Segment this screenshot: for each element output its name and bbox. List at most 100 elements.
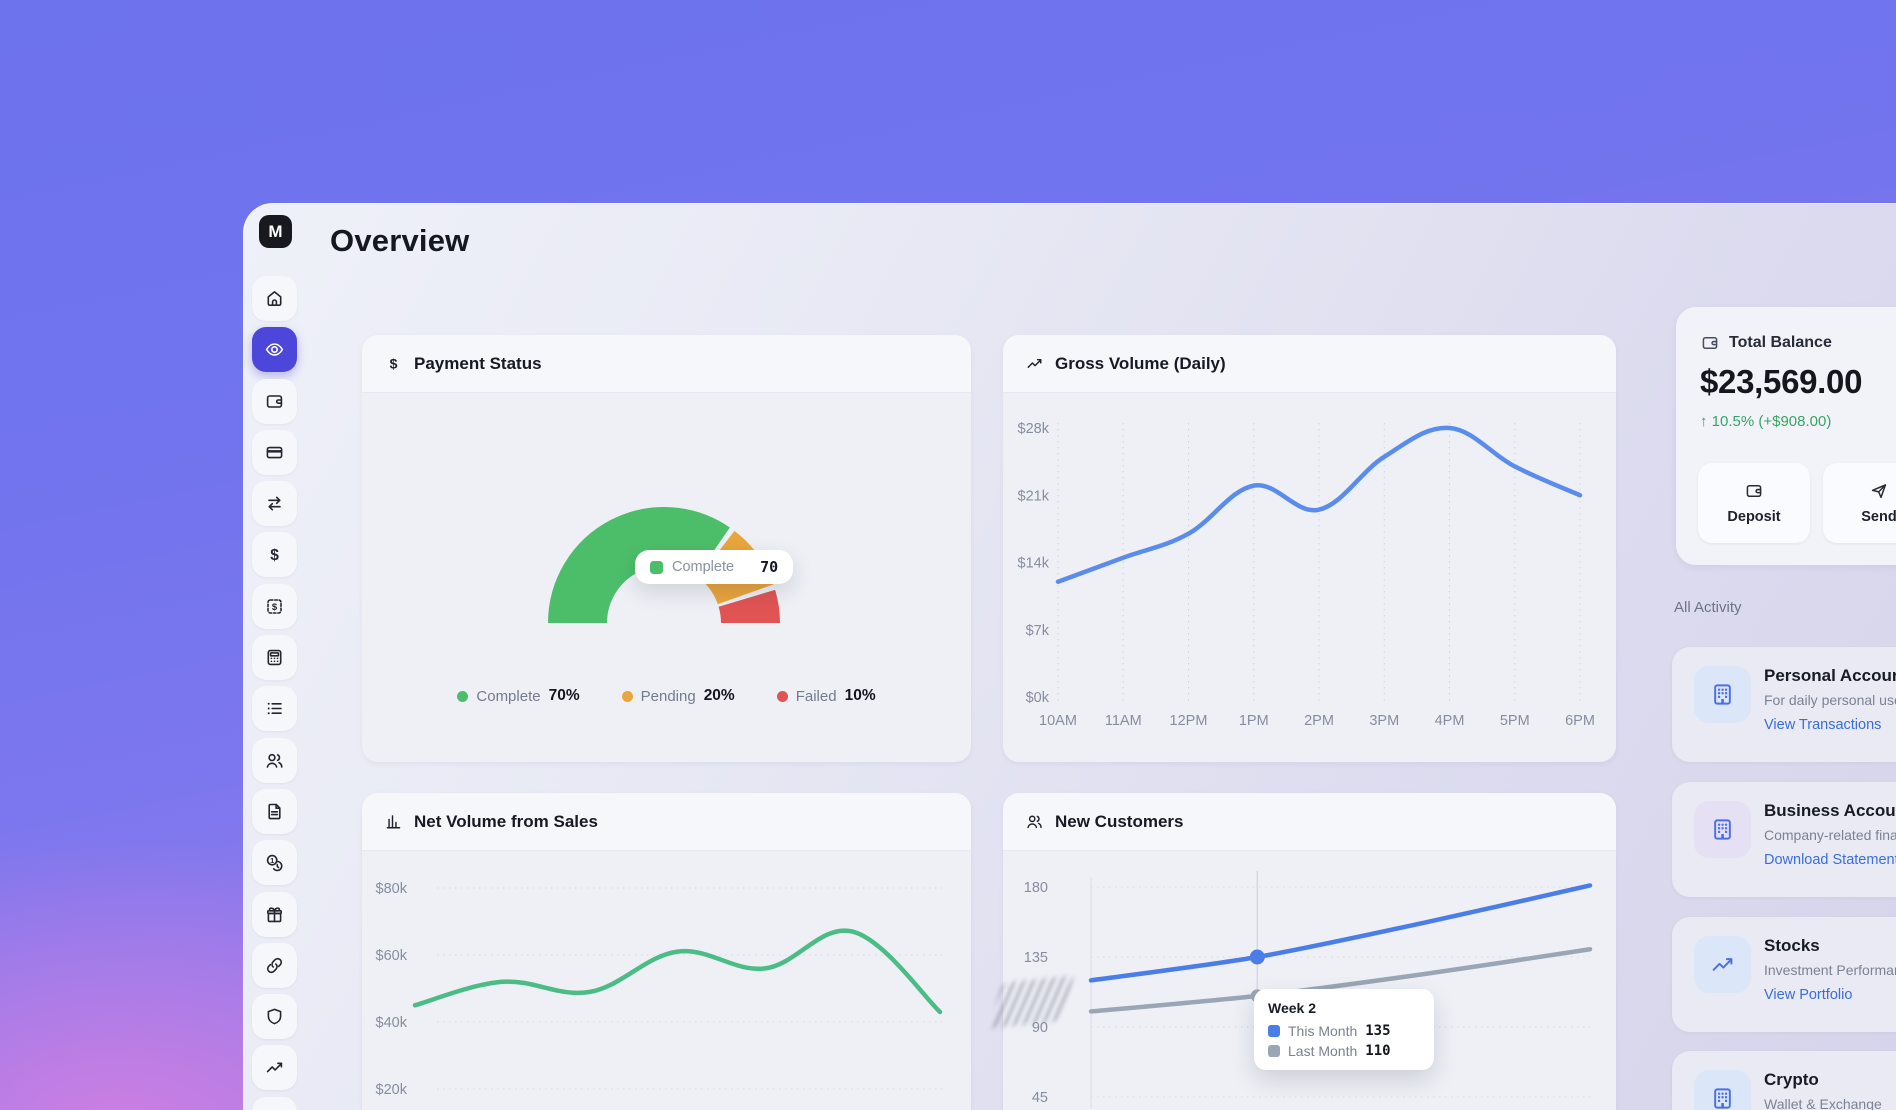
tooltip-row: This Month135 <box>1268 1023 1420 1039</box>
gross-volume-card: Gross Volume (Daily) 10AM11AM12PM1PM2PM3… <box>1003 335 1616 762</box>
legend-value: 20% <box>704 687 735 705</box>
tooltip-label: Complete <box>672 559 734 575</box>
sidebar-item-payments[interactable]: $ <box>252 532 297 577</box>
svg-text:$40k: $40k <box>376 1015 408 1031</box>
sidebar-item-overview[interactable] <box>252 327 297 372</box>
legend-dot <box>622 691 633 702</box>
legend-dot <box>777 691 788 702</box>
payment-status-card: $ Payment Status Complete 70 Complete70%… <box>362 335 971 762</box>
activity-link[interactable]: Download Statements <box>1764 852 1896 868</box>
card-title: Payment Status <box>414 354 542 374</box>
week-tooltip: Week 2 This Month135Last Month110 <box>1254 989 1434 1070</box>
activity-subtitle: Investment Performance <box>1764 962 1896 978</box>
activity-title: Personal Account <box>1764 666 1896 686</box>
sidebar-item-lists[interactable] <box>252 686 297 731</box>
building-icon <box>1709 681 1736 708</box>
balance-amount: $23,569.00 <box>1700 363 1862 401</box>
app-logo[interactable]: M <box>259 215 292 248</box>
sidebar-item-customers[interactable] <box>252 738 297 783</box>
series-label: This Month <box>1288 1023 1357 1039</box>
legend-item-pending: Pending 20% <box>622 687 735 705</box>
sidebar-item-invoices[interactable]: $ <box>252 584 297 629</box>
svg-text:135: 135 <box>1024 950 1048 966</box>
legend-item-complete: Complete 70% <box>457 687 579 705</box>
svg-text:$60k: $60k <box>376 948 408 964</box>
svg-text:$28k: $28k <box>1018 421 1050 437</box>
svg-text:$: $ <box>272 602 278 613</box>
link-icon <box>264 955 285 976</box>
legend-item-failed: Failed 10% <box>777 687 876 705</box>
legend-label: Failed <box>796 688 837 705</box>
activity-link[interactable]: View Transactions <box>1764 717 1881 733</box>
svg-text:10AM: 10AM <box>1039 713 1077 729</box>
page-title: Overview <box>330 225 469 257</box>
trending-up-icon <box>264 1057 285 1078</box>
legend-value: 70% <box>549 687 580 705</box>
building-icon <box>1709 1085 1736 1110</box>
series-label: Last Month <box>1288 1043 1357 1059</box>
credit-card-icon <box>264 442 285 463</box>
send-button[interactable]: Send <box>1823 463 1896 543</box>
svg-text:5PM: 5PM <box>1500 713 1530 729</box>
sidebar-item-rewards[interactable] <box>252 892 297 937</box>
sidebar-item-transfers[interactable] <box>252 481 297 526</box>
complete-swatch <box>650 561 663 574</box>
activity-icon-bg <box>1694 801 1751 858</box>
sidebar-item-analytics[interactable] <box>252 1045 297 1090</box>
svg-text:12PM: 12PM <box>1170 713 1208 729</box>
tooltip-title: Week 2 <box>1268 1000 1420 1016</box>
activity-card-business-account[interactable]: Business AccountCompany-related finances… <box>1672 782 1896 897</box>
sidebar-item-links[interactable] <box>252 943 297 988</box>
net-volume-card: Net Volume from Sales $80k$60k$40k$20k <box>362 793 971 1110</box>
total-balance-card: Total Balance $23,569.00 ↑ 10.5% (+$908.… <box>1676 307 1896 565</box>
send-icon <box>1869 481 1889 501</box>
activity-link[interactable]: View Portfolio <box>1764 987 1852 1003</box>
svg-text:4PM: 4PM <box>1435 713 1465 729</box>
svg-text:2PM: 2PM <box>1304 713 1334 729</box>
activity-icon-bg <box>1694 936 1751 993</box>
sidebar-item-coins[interactable]: 1 <box>252 840 297 885</box>
transfer-icon <box>264 493 285 514</box>
dollar-icon: $ <box>384 354 403 373</box>
sidebar-item-cards[interactable] <box>252 430 297 475</box>
sidebar-item-documents[interactable] <box>252 789 297 834</box>
sidebar-item-security[interactable] <box>252 994 297 1039</box>
activity-card-stocks[interactable]: Stocks Investment Performance View Portfol… <box>1672 917 1896 1032</box>
svg-text:6PM: 6PM <box>1565 713 1595 729</box>
deposit-button[interactable]: Deposit <box>1698 463 1810 543</box>
activity-subtitle: For daily personal use <box>1764 692 1896 708</box>
activity-subtitle: Wallet & Exchange <box>1764 1096 1882 1110</box>
calculator-icon <box>264 647 285 668</box>
payment-status-legend: Complete 70% Pending 20% Failed 10% <box>362 687 971 705</box>
dollar-icon: $ <box>264 544 285 565</box>
balance-label: Total Balance <box>1729 334 1832 352</box>
activity-icon-bg <box>1694 1070 1751 1110</box>
activity-card-personal-account[interactable]: Personal Account For daily personal use Vi… <box>1672 647 1896 762</box>
sidebar: $ $1 <box>252 276 298 1110</box>
legend-label: Pending <box>641 688 696 705</box>
activity-icon-bg <box>1694 666 1751 723</box>
activity-card-crypto[interactable]: CryptoWallet & Exchange <box>1672 1051 1896 1110</box>
building-icon <box>1709 816 1736 843</box>
sidebar-item-devices[interactable] <box>252 1097 297 1110</box>
svg-text:$20k: $20k <box>376 1082 408 1098</box>
gross-volume-line-chart[interactable]: 10AM11AM12PM1PM2PM3PM4PM5PM6PM$28k$21k$1… <box>1003 335 1616 762</box>
svg-text:$: $ <box>390 355 398 371</box>
series-swatch <box>1268 1025 1280 1037</box>
balance-header: Total Balance <box>1700 333 1832 353</box>
sidebar-item-calculator[interactable] <box>252 635 297 680</box>
legend-value: 10% <box>845 687 876 705</box>
svg-text:180: 180 <box>1024 880 1048 896</box>
new-customers-card: New Customers 1801359045 Week 2 This Mon… <box>1003 793 1616 1110</box>
net-volume-line-chart[interactable]: $80k $60k $40k $20k <box>362 793 971 1110</box>
svg-text:45: 45 <box>1032 1090 1048 1106</box>
svg-text:$80k: $80k <box>376 881 408 897</box>
svg-text:3PM: 3PM <box>1369 713 1399 729</box>
svg-text:$0k: $0k <box>1026 690 1050 706</box>
sidebar-item-home[interactable] <box>252 276 297 321</box>
activity-title: Stocks <box>1764 936 1820 956</box>
legend-label: Complete <box>476 688 540 705</box>
button-label: Deposit <box>1727 509 1780 525</box>
sidebar-item-wallet[interactable] <box>252 379 297 424</box>
list-icon <box>264 698 285 719</box>
